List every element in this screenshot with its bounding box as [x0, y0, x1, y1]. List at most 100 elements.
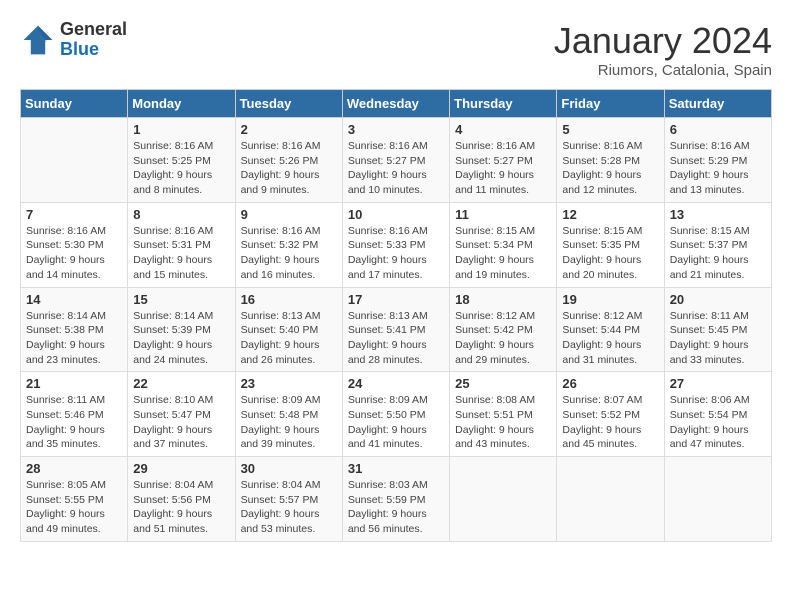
day-info: Sunrise: 8:05 AMSunset: 5:55 PMDaylight:… — [26, 478, 122, 537]
calendar-cell: 13 Sunrise: 8:15 AMSunset: 5:37 PMDayligh… — [664, 202, 771, 287]
day-info: Sunrise: 8:12 AMSunset: 5:42 PMDaylight:… — [455, 309, 551, 368]
calendar-cell: 3 Sunrise: 8:16 AMSunset: 5:27 PMDaylight… — [342, 118, 449, 203]
day-info: Sunrise: 8:16 AMSunset: 5:31 PMDaylight:… — [133, 224, 229, 283]
month-title: January 2024 — [554, 20, 772, 62]
day-info: Sunrise: 8:06 AMSunset: 5:54 PMDaylight:… — [670, 393, 766, 452]
day-number: 7 — [26, 207, 122, 222]
day-info: Sunrise: 8:16 AMSunset: 5:29 PMDaylight:… — [670, 139, 766, 198]
calendar-cell: 15 Sunrise: 8:14 AMSunset: 5:39 PMDayligh… — [128, 287, 235, 372]
day-number: 20 — [670, 292, 766, 307]
day-info: Sunrise: 8:13 AMSunset: 5:40 PMDaylight:… — [241, 309, 337, 368]
day-info: Sunrise: 8:11 AMSunset: 5:46 PMDaylight:… — [26, 393, 122, 452]
calendar-cell: 12 Sunrise: 8:15 AMSunset: 5:35 PMDayligh… — [557, 202, 664, 287]
calendar-table: SundayMondayTuesdayWednesdayThursdayFrid… — [20, 89, 772, 542]
day-info: Sunrise: 8:09 AMSunset: 5:50 PMDaylight:… — [348, 393, 444, 452]
logo-line2: Blue — [60, 40, 127, 60]
calendar-cell: 22 Sunrise: 8:10 AMSunset: 5:47 PMDayligh… — [128, 372, 235, 457]
calendar-cell: 29Sunrise: 8:04 AMSunset: 5:56 PMDayligh… — [128, 457, 235, 542]
calendar-cell: 5 Sunrise: 8:16 AMSunset: 5:28 PMDaylight… — [557, 118, 664, 203]
day-number: 10 — [348, 207, 444, 222]
calendar-cell: 31Sunrise: 8:03 AMSunset: 5:59 PMDayligh… — [342, 457, 449, 542]
day-number: 3 — [348, 122, 444, 137]
logo-line1: General — [60, 20, 127, 40]
day-number: 9 — [241, 207, 337, 222]
weekday-header-sunday: Sunday — [21, 90, 128, 118]
day-info: Sunrise: 8:14 AMSunset: 5:38 PMDaylight:… — [26, 309, 122, 368]
calendar-cell: 23Sunrise: 8:09 AMSunset: 5:48 PMDayligh… — [235, 372, 342, 457]
day-number: 16 — [241, 292, 337, 307]
calendar-cell: 8Sunrise: 8:16 AMSunset: 5:31 PMDaylight… — [128, 202, 235, 287]
calendar-cell: 10 Sunrise: 8:16 AMSunset: 5:33 PMDayligh… — [342, 202, 449, 287]
day-info: Sunrise: 8:15 AMSunset: 5:37 PMDaylight:… — [670, 224, 766, 283]
calendar-cell: 19Sunrise: 8:12 AMSunset: 5:44 PMDayligh… — [557, 287, 664, 372]
calendar-cell: 28 Sunrise: 8:05 AMSunset: 5:55 PMDayligh… — [21, 457, 128, 542]
day-info: Sunrise: 8:16 AMSunset: 5:30 PMDaylight:… — [26, 224, 122, 283]
day-info: Sunrise: 8:15 AMSunset: 5:35 PMDaylight:… — [562, 224, 658, 283]
day-number: 1 — [133, 122, 229, 137]
calendar-cell: 24 Sunrise: 8:09 AMSunset: 5:50 PMDayligh… — [342, 372, 449, 457]
weekday-header-row: SundayMondayTuesdayWednesdayThursdayFrid… — [21, 90, 772, 118]
day-number: 22 — [133, 376, 229, 391]
calendar-cell: 7 Sunrise: 8:16 AMSunset: 5:30 PMDaylight… — [21, 202, 128, 287]
day-info: Sunrise: 8:14 AMSunset: 5:39 PMDaylight:… — [133, 309, 229, 368]
day-number: 25 — [455, 376, 551, 391]
calendar-cell: 1 Sunrise: 8:16 AMSunset: 5:25 PMDaylight… — [128, 118, 235, 203]
calendar-cell — [450, 457, 557, 542]
weekday-header-thursday: Thursday — [450, 90, 557, 118]
day-number: 26 — [562, 376, 658, 391]
day-number: 15 — [133, 292, 229, 307]
day-number: 29 — [133, 461, 229, 476]
day-number: 12 — [562, 207, 658, 222]
day-info: Sunrise: 8:11 AMSunset: 5:45 PMDaylight:… — [670, 309, 766, 368]
day-info: Sunrise: 8:16 AMSunset: 5:27 PMDaylight:… — [348, 139, 444, 198]
day-info: Sunrise: 8:15 AMSunset: 5:34 PMDaylight:… — [455, 224, 551, 283]
day-info: Sunrise: 8:16 AMSunset: 5:27 PMDaylight:… — [455, 139, 551, 198]
calendar-week-row: 7 Sunrise: 8:16 AMSunset: 5:30 PMDaylight… — [21, 202, 772, 287]
day-number: 13 — [670, 207, 766, 222]
day-info: Sunrise: 8:16 AMSunset: 5:32 PMDaylight:… — [241, 224, 337, 283]
logo-text-block: General Blue — [60, 20, 127, 60]
day-info: Sunrise: 8:04 AMSunset: 5:57 PMDaylight:… — [241, 478, 337, 537]
calendar-week-row: 1 Sunrise: 8:16 AMSunset: 5:25 PMDaylight… — [21, 118, 772, 203]
calendar-cell: 21 Sunrise: 8:11 AMSunset: 5:46 PMDayligh… — [21, 372, 128, 457]
day-info: Sunrise: 8:16 AMSunset: 5:28 PMDaylight:… — [562, 139, 658, 198]
calendar-week-row: 14 Sunrise: 8:14 AMSunset: 5:38 PMDayligh… — [21, 287, 772, 372]
day-info: Sunrise: 8:16 AMSunset: 5:33 PMDaylight:… — [348, 224, 444, 283]
day-number: 24 — [348, 376, 444, 391]
day-info: Sunrise: 8:16 AMSunset: 5:26 PMDaylight:… — [241, 139, 337, 198]
day-number: 17 — [348, 292, 444, 307]
day-info: Sunrise: 8:16 AMSunset: 5:25 PMDaylight:… — [133, 139, 229, 198]
weekday-header-tuesday: Tuesday — [235, 90, 342, 118]
calendar-cell: 4Sunrise: 8:16 AMSunset: 5:27 PMDaylight… — [450, 118, 557, 203]
calendar-cell: 18Sunrise: 8:12 AMSunset: 5:42 PMDayligh… — [450, 287, 557, 372]
day-info: Sunrise: 8:07 AMSunset: 5:52 PMDaylight:… — [562, 393, 658, 452]
calendar-cell: 25 Sunrise: 8:08 AMSunset: 5:51 PMDayligh… — [450, 372, 557, 457]
day-info: Sunrise: 8:08 AMSunset: 5:51 PMDaylight:… — [455, 393, 551, 452]
day-number: 11 — [455, 207, 551, 222]
calendar-cell: 9 Sunrise: 8:16 AMSunset: 5:32 PMDaylight… — [235, 202, 342, 287]
day-number: 6 — [670, 122, 766, 137]
day-number: 14 — [26, 292, 122, 307]
day-number: 30 — [241, 461, 337, 476]
day-info: Sunrise: 8:13 AMSunset: 5:41 PMDaylight:… — [348, 309, 444, 368]
day-number: 21 — [26, 376, 122, 391]
calendar-cell: 6 Sunrise: 8:16 AMSunset: 5:29 PMDaylight… — [664, 118, 771, 203]
calendar-cell — [664, 457, 771, 542]
day-info: Sunrise: 8:12 AMSunset: 5:44 PMDaylight:… — [562, 309, 658, 368]
day-number: 5 — [562, 122, 658, 137]
calendar-cell — [21, 118, 128, 203]
calendar-cell: 17 Sunrise: 8:13 AMSunset: 5:41 PMDayligh… — [342, 287, 449, 372]
day-info: Sunrise: 8:10 AMSunset: 5:47 PMDaylight:… — [133, 393, 229, 452]
weekday-header-saturday: Saturday — [664, 90, 771, 118]
page-header: General Blue January 2024 Riumors, Catal… — [20, 20, 772, 79]
calendar-cell: 11 Sunrise: 8:15 AMSunset: 5:34 PMDayligh… — [450, 202, 557, 287]
weekday-header-friday: Friday — [557, 90, 664, 118]
location-title: Riumors, Catalonia, Spain — [554, 62, 772, 79]
calendar-cell: 2Sunrise: 8:16 AMSunset: 5:26 PMDaylight… — [235, 118, 342, 203]
calendar-cell: 14 Sunrise: 8:14 AMSunset: 5:38 PMDayligh… — [21, 287, 128, 372]
logo-general: General — [60, 19, 127, 39]
day-info: Sunrise: 8:09 AMSunset: 5:48 PMDaylight:… — [241, 393, 337, 452]
calendar-cell: 27Sunrise: 8:06 AMSunset: 5:54 PMDayligh… — [664, 372, 771, 457]
logo-icon — [20, 22, 56, 58]
day-number: 28 — [26, 461, 122, 476]
